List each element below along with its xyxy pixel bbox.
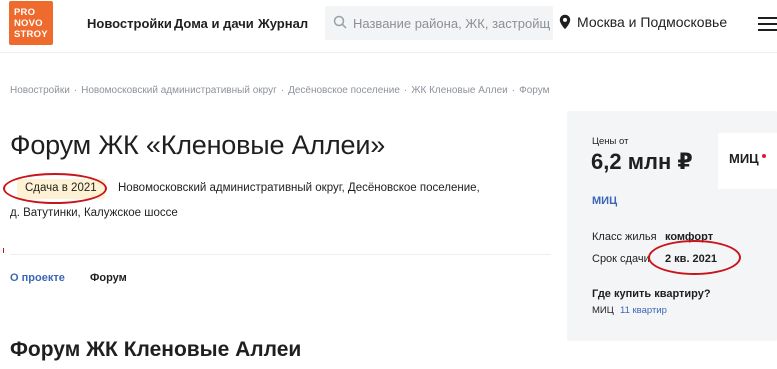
annotation-ellipse — [3, 173, 107, 204]
breadcrumb-current: Форум — [519, 85, 550, 96]
region-selector[interactable]: Москва и Подмосковье — [559, 14, 727, 30]
breadcrumb: Новостройки · Новомосковский административ… — [10, 85, 550, 96]
nav-houses[interactable]: Дома и дачи — [174, 16, 254, 31]
buy-question: Где купить квартиру? — [592, 288, 711, 300]
section-title: Форум ЖК Кленовые Аллеи — [10, 338, 302, 361]
search-box[interactable] — [325, 6, 553, 40]
annotation-ellipse — [648, 240, 741, 275]
developer-logo[interactable]: МИЦ — [718, 133, 777, 189]
header-divider — [0, 52, 777, 53]
annotation-mark — [3, 248, 4, 253]
price-label: Цены от — [592, 136, 629, 147]
address-line: д. Ватутинки, Калужское шоссе — [10, 207, 178, 219]
price-value: 6,2 млн ₽ — [591, 149, 693, 174]
project-info-card: Цены от 6,2 млн ₽ МИЦ МИЦ Класс жилья ко… — [567, 111, 777, 341]
search-input[interactable] — [353, 6, 551, 40]
tab-about-project[interactable]: О проекте — [10, 272, 65, 284]
apartments-link[interactable]: 11 квартир — [620, 305, 667, 316]
buy-developer: МИЦ — [592, 305, 614, 316]
site-header: PRO NOVO STROY Новостройки Дома и дачи Ж… — [0, 0, 777, 48]
developer-link[interactable]: МИЦ — [592, 195, 617, 207]
housing-class-label: Класс жилья — [592, 231, 657, 243]
breadcrumb-link[interactable]: Десёновское поселение — [288, 85, 400, 96]
logo[interactable]: PRO NOVO STROY — [9, 1, 53, 45]
logo-line: PRO — [14, 7, 36, 18]
deadline-label: Срок сдачи — [592, 253, 650, 265]
menu-icon[interactable] — [758, 17, 777, 31]
logo-line: STROY — [14, 29, 48, 40]
breadcrumb-link[interactable]: ЖК Кленовые Аллеи — [411, 85, 507, 96]
region-label: Москва и Подмосковье — [577, 14, 728, 30]
developer-logo-text: МИЦ — [729, 151, 759, 166]
breadcrumb-link[interactable]: Новомосковский административный округ — [81, 85, 277, 96]
logo-line: NOVO — [14, 18, 43, 29]
section-divider — [10, 254, 551, 255]
tab-forum[interactable]: Форум — [90, 272, 127, 284]
search-icon — [333, 15, 347, 29]
address-line: Новомосковский административный округ, Д… — [118, 182, 480, 194]
nav-novostroyki[interactable]: Новостройки — [87, 16, 172, 31]
nav-journal[interactable]: Журнал — [258, 16, 308, 31]
breadcrumb-link[interactable]: Новостройки — [10, 85, 70, 96]
location-pin-icon — [559, 14, 571, 30]
logo-dot-icon — [762, 154, 766, 158]
page-title: Форум ЖК «Кленовые Аллеи» — [10, 130, 386, 160]
